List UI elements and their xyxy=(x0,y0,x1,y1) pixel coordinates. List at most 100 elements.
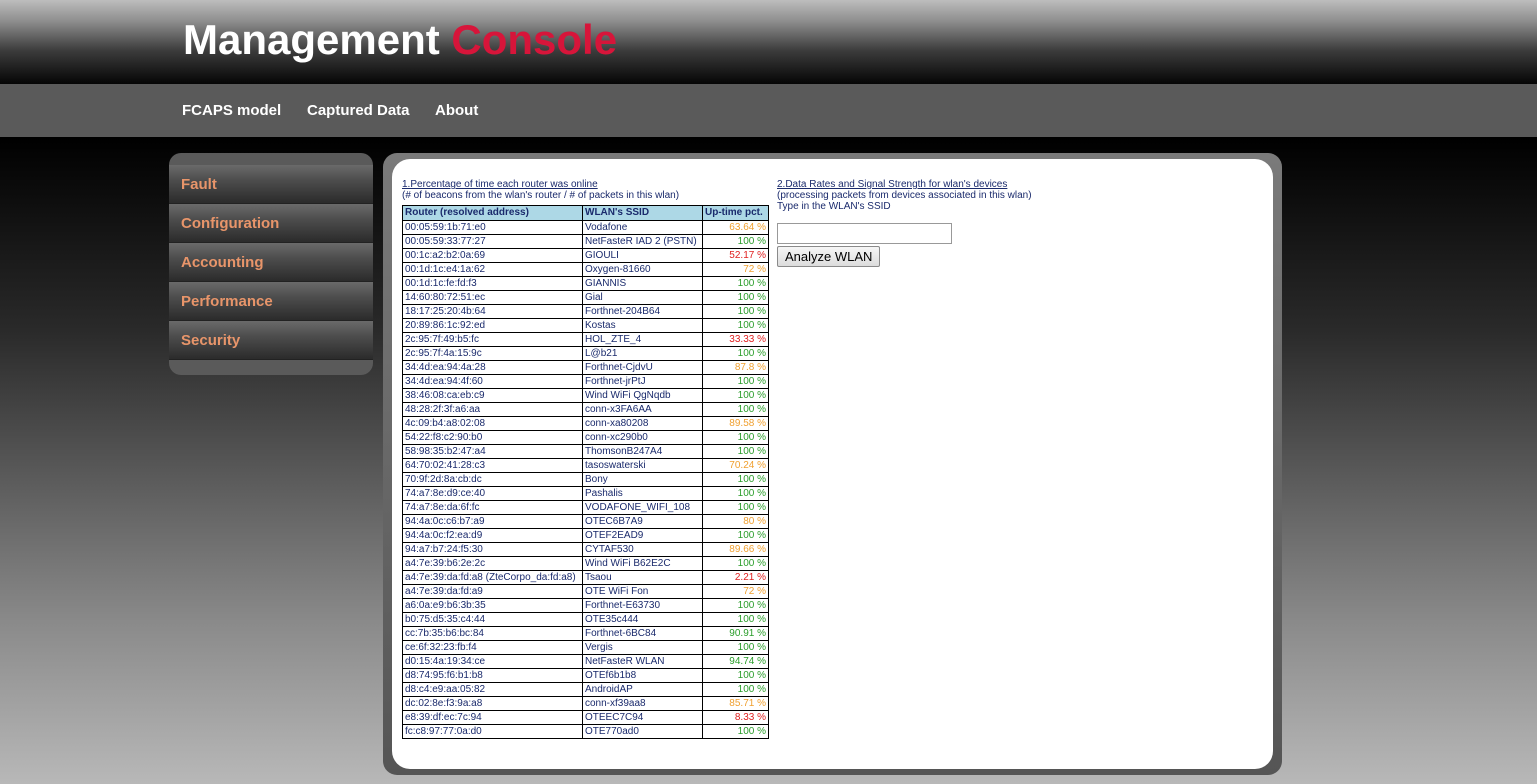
ssid-cell: OTE WiFi Fon xyxy=(582,584,703,599)
ssid-instruction: Type in the WLAN's SSID xyxy=(777,201,891,212)
sidebar-item-label: Accounting xyxy=(181,254,264,271)
ssid-cell: L@b21 xyxy=(582,346,703,361)
brand-word-1: Management xyxy=(183,16,440,63)
router-address-cell: b0:75:d5:35:c4:44 xyxy=(402,612,583,627)
router-address-cell: a4:7e:39:da:fd:a9 xyxy=(402,584,583,599)
table-row: 4c:09:b4:a8:02:08 conn-xa80208 89.58 % xyxy=(402,416,769,431)
ssid-cell: AndroidAP xyxy=(582,682,703,697)
router-address-cell: a6:0a:e9:b6:3b:35 xyxy=(402,598,583,613)
sidebar-item-label: Fault xyxy=(181,176,217,193)
ssid-cell: conn-xf39aa8 xyxy=(582,696,703,711)
ssid-cell: Kostas xyxy=(582,318,703,333)
uptime-table: Router (resolved address) WLAN's SSID Up… xyxy=(402,205,769,739)
router-address-cell: 94:a7:b7:24:f5:30 xyxy=(402,542,583,557)
ssid-cell: Forthnet-E63730 xyxy=(582,598,703,613)
sidebar-item-accounting[interactable]: Accounting xyxy=(169,243,373,282)
table-row: 74:a7:8e:d9:ce:40 Pashalis 100 % xyxy=(402,486,769,501)
router-address-cell: 74:a7:8e:d9:ce:40 xyxy=(402,486,583,501)
table-row: e8:39:df:ec:7c:94 OTEEC7C94 8.33 % xyxy=(402,710,769,725)
ssid-cell: Oxygen-81660 xyxy=(582,262,703,277)
uptime-cell: 89.58 % xyxy=(702,416,769,431)
uptime-cell: 100 % xyxy=(702,346,769,361)
uptime-cell: 100 % xyxy=(702,486,769,501)
ssid-cell: Wind WiFi QgNqdb xyxy=(582,388,703,403)
ssid-cell: CYTAF530 xyxy=(582,542,703,557)
table-row: 20:89:86:1c:92:ed Kostas 100 % xyxy=(402,318,769,333)
ssid-cell: Bony xyxy=(582,472,703,487)
ssid-cell: Gial xyxy=(582,290,703,305)
rates-section-title-link[interactable]: 2.Data Rates and Signal Strength for wla… xyxy=(777,179,1007,190)
router-address-cell: 18:17:25:20:4b:64 xyxy=(402,304,583,319)
table-row: 70:9f:2d:8a:cb:dc Bony 100 % xyxy=(402,472,769,487)
uptime-cell: 100 % xyxy=(702,290,769,305)
router-address-cell: d8:c4:e9:aa:05:82 xyxy=(402,682,583,697)
nav-captured-data[interactable]: Captured Data xyxy=(307,102,410,119)
ssid-cell: Vergis xyxy=(582,640,703,655)
ssid-cell: Forthnet-204B64 xyxy=(582,304,703,319)
sidebar-item-fault[interactable]: Fault xyxy=(169,165,373,204)
ssid-cell: HOL_ZTE_4 xyxy=(582,332,703,347)
router-address-cell: 14:60:80:72:51:ec xyxy=(402,290,583,305)
router-address-cell: 2c:95:7f:4a:15:9c xyxy=(402,346,583,361)
uptime-cell: 90.91 % xyxy=(702,626,769,641)
column-header-uptime: Up-time pct. xyxy=(702,205,769,221)
ssid-cell: VODAFONE_WIFI_108 xyxy=(582,500,703,515)
nav-about[interactable]: About xyxy=(435,102,478,119)
uptime-section-title-link[interactable]: 1.Percentage of time each router was onl… xyxy=(402,179,598,190)
router-address-cell: 94:4a:0c:f2:ea:d9 xyxy=(402,528,583,543)
uptime-cell: 100 % xyxy=(702,556,769,571)
router-address-cell: 00:05:59:33:77:27 xyxy=(402,234,583,249)
router-address-cell: 00:1c:a2:b2:0a:69 xyxy=(402,248,583,263)
table-row: 94:4a:0c:c6:b7:a9 OTEC6B7A9 80 % xyxy=(402,514,769,529)
ssid-cell: tasoswaterski xyxy=(582,458,703,473)
uptime-cell: 100 % xyxy=(702,430,769,445)
table-row: 34:4d:ea:94:4a:28 Forthnet-CjdvU 87.8 % xyxy=(402,360,769,375)
table-row: a4:7e:39:da:fd:a8 (ZteCorpo_da:fd:a8) Tsa… xyxy=(402,570,769,585)
uptime-cell: 100 % xyxy=(702,682,769,697)
sidebar-item-configuration[interactable]: Configuration xyxy=(169,204,373,243)
uptime-cell: 8.33 % xyxy=(702,710,769,725)
top-nav: FCAPS model Captured Data About xyxy=(0,84,1537,137)
sidebar-item-performance[interactable]: Performance xyxy=(169,282,373,321)
table-header-row: Router (resolved address) WLAN's SSID Up… xyxy=(402,205,769,221)
router-address-cell: 48:28:2f:3f:a6:aa xyxy=(402,402,583,417)
table-row: d8:74:95:f6:b1:b8 OTEf6b1b8 100 % xyxy=(402,668,769,683)
uptime-cell: 100 % xyxy=(702,304,769,319)
ssid-input[interactable] xyxy=(777,223,952,244)
uptime-cell: 87.8 % xyxy=(702,360,769,375)
table-row: cc:7b:35:b6:bc:84 Forthnet-6BC84 90.91 % xyxy=(402,626,769,641)
ssid-cell: Tsaou xyxy=(582,570,703,585)
router-address-cell: 00:05:59:1b:71:e0 xyxy=(402,220,583,235)
router-address-cell: 34:4d:ea:94:4a:28 xyxy=(402,360,583,375)
column-header-ssid: WLAN's SSID xyxy=(582,205,703,221)
analyze-wlan-button[interactable]: Analyze WLAN xyxy=(777,246,881,267)
ssid-cell: NetFasteR IAD 2 (PSTN) xyxy=(582,234,703,249)
ssid-cell: Forthnet-CjdvU xyxy=(582,360,703,375)
ssid-cell: Forthnet-6BC84 xyxy=(582,626,703,641)
ssid-cell: GIOULI xyxy=(582,248,703,263)
uptime-section-heading: 1.Percentage of time each router was onl… xyxy=(402,179,679,201)
nav-fcaps-model[interactable]: FCAPS model xyxy=(182,102,281,119)
uptime-cell: 100 % xyxy=(702,444,769,459)
table-row: b0:75:d5:35:c4:44 OTE35c444 100 % xyxy=(402,612,769,627)
table-row: 94:4a:0c:f2:ea:d9 OTEF2EAD9 100 % xyxy=(402,528,769,543)
router-address-cell: e8:39:df:ec:7c:94 xyxy=(402,710,583,725)
table-row: 34:4d:ea:94:4f:60 Forthnet-jrPtJ 100 % xyxy=(402,374,769,389)
brand-title: Management Console xyxy=(183,16,617,64)
router-address-cell: 94:4a:0c:c6:b7:a9 xyxy=(402,514,583,529)
router-address-cell: a4:7e:39:da:fd:a8 (ZteCorpo_da:fd:a8) xyxy=(402,570,583,585)
uptime-cell: 100 % xyxy=(702,374,769,389)
router-address-cell: 74:a7:8e:da:6f:fc xyxy=(402,500,583,515)
uptime-cell: 33.33 % xyxy=(702,332,769,347)
table-row: d8:c4:e9:aa:05:82 AndroidAP 100 % xyxy=(402,682,769,697)
ssid-cell: ThomsonB247A4 xyxy=(582,444,703,459)
router-address-cell: 34:4d:ea:94:4f:60 xyxy=(402,374,583,389)
ssid-cell: conn-x3FA6AA xyxy=(582,402,703,417)
uptime-cell: 94.74 % xyxy=(702,654,769,669)
sidebar-item-security[interactable]: Security xyxy=(169,321,373,360)
column-header-router: Router (resolved address) xyxy=(402,205,583,221)
ssid-cell: Forthnet-jrPtJ xyxy=(582,374,703,389)
table-row: 00:05:59:1b:71:e0 Vodafone 63.64 % xyxy=(402,220,769,235)
sidebar-item-label: Security xyxy=(181,332,241,349)
uptime-cell: 72 % xyxy=(702,262,769,277)
